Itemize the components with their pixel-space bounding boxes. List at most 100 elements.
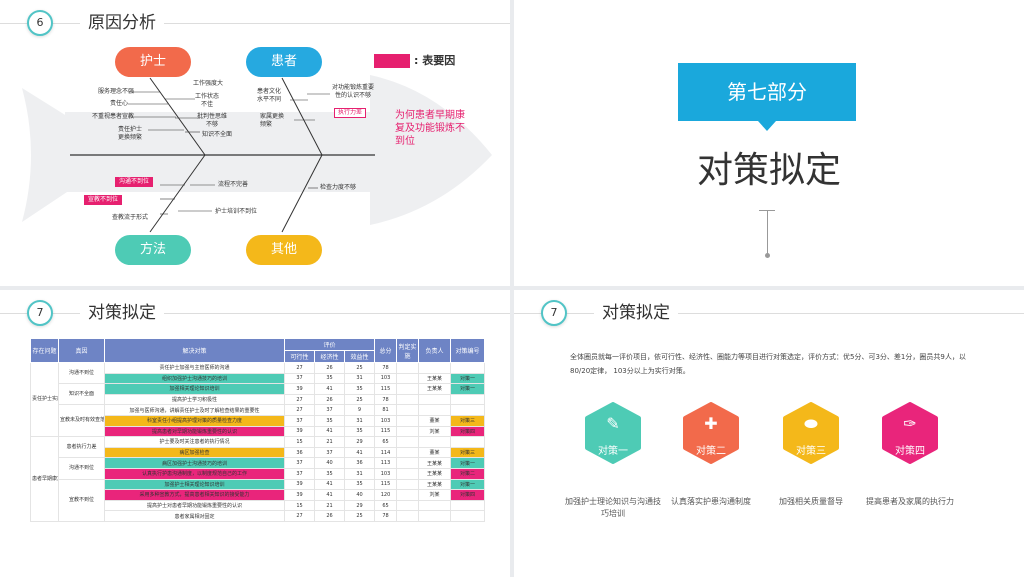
header-total: 总分 [374, 338, 398, 363]
decide-cell [396, 404, 420, 416]
table-row: 宣教未及时有效查落实加强与医师沟通，讲解责任护士及时了解检查结果的重要性2737… [31, 404, 486, 438]
economy-cell: 37 [314, 404, 345, 416]
number-cell: 对策三 [450, 414, 486, 427]
table-row: 沟通不到位 病区加强护士沟通技巧的培训 37 40 36 113 王某某 对策一 [31, 457, 486, 480]
feasibility-cell: 15 [284, 436, 315, 448]
owner-cell: 董某 [418, 446, 452, 459]
effect-cell: 31 [343, 372, 376, 385]
intro-text: 全体圈员就每一评价项目，依可行性、经济性、圈能力等项目进行对策选定，评价方式：优… [570, 353, 966, 375]
feasibility-cell: 27 [284, 404, 315, 416]
measure-cell: 病区加强检查 [104, 446, 285, 459]
table-row: 责任护士实施早期康复及功能锻炼意识不全面沟通不到位责任护士加强与主管医师的沟通2… [30, 361, 486, 438]
effect-cell: 40 [343, 489, 376, 501]
economy-cell: 40 [314, 457, 345, 469]
slide-countermeasure-table[interactable]: 7 对策拟定 存在问题 真因 解决对策 评价 总分 判定实施 负责人 对策编号 … [0, 290, 510, 577]
effect-cell: 25 [343, 362, 376, 374]
part-banner: 第七部分 [678, 63, 856, 121]
legend-label: : 表要因 [414, 54, 456, 67]
total-cell: 65 [374, 499, 398, 512]
economy-cell: 35 [314, 372, 345, 385]
measure-cell: 科室责任小组提高护理对策的质量检查力度 [104, 414, 285, 427]
economy-cell: 41 [314, 425, 345, 438]
owner-cell [418, 362, 452, 374]
economy-cell: 26 [314, 362, 345, 374]
cause-label: 工作强度大 [193, 80, 224, 87]
key-cause-tag: 宣教不到位 [84, 195, 123, 205]
countermeasure-description: 加强护士理论知识与沟通技巧培训 [565, 497, 661, 518]
category-patient: 患者 [246, 47, 322, 77]
economy-cell: 37 [314, 446, 345, 459]
table-row: 知识不全面 加强相关理论知识培训 39 41 35 115 王某某 对策一 [31, 383, 486, 406]
decide-cell [396, 457, 420, 469]
countermeasure-badge: ✎ 对策一 [582, 402, 644, 464]
header-owner: 负责人 [418, 338, 452, 363]
effect-cell: 31 [343, 414, 376, 427]
effect-cell: 35 [343, 383, 376, 395]
decide-cell [396, 478, 420, 491]
feasibility-cell: 39 [284, 383, 315, 395]
number-cell [450, 499, 486, 512]
pen-icon: ✎ [606, 414, 620, 433]
slide-title: 对策拟定 [80, 302, 164, 324]
cause-label: 不重视患者宣教 [92, 113, 135, 120]
section-number: 7 [541, 300, 567, 326]
measure-cell: 认真执行护患沟通制度，以制度规范自己的工作 [104, 467, 285, 480]
total-cell: 113 [374, 457, 398, 469]
measure-cell: 患者家属相对固定 [104, 510, 285, 522]
decide-cell [396, 393, 420, 406]
countermeasure-label: 对策三 [796, 446, 826, 457]
slide-countermeasure-summary[interactable]: 7 对策拟定 全体圈员就每一评价项目，依可行性、经济性、圈能力等项目进行对策选定… [514, 290, 1024, 577]
header-number: 对策编号 [450, 338, 486, 363]
cause-cell: 沟通不到位 [58, 361, 105, 385]
cause-cell: 宣教不到位 [58, 478, 105, 522]
economy-cell: 21 [314, 436, 345, 448]
economy-cell: 26 [314, 510, 345, 522]
fish-head [370, 75, 492, 225]
measure-cell: 加强护士相关理论知识培训 [104, 478, 285, 491]
number-cell [450, 510, 486, 522]
countermeasure-label: 对策二 [696, 446, 726, 457]
cause-label: 检查力度不够 [320, 184, 357, 191]
cause-label: 批判性思维 不够 [197, 113, 228, 128]
economy-cell: 41 [314, 478, 345, 491]
decide-cell [396, 510, 420, 522]
owner-cell: 刘某 [418, 425, 452, 438]
effect-cell: 9 [343, 404, 376, 416]
part-label: 第七部分 [727, 80, 807, 104]
measure-cell: 加强相关理论知识培训 [104, 383, 285, 395]
feasibility-cell: 39 [284, 425, 315, 438]
measure-cell: 病区加强护士沟通技巧的培训 [104, 457, 285, 469]
decide-cell [396, 436, 420, 448]
countermeasure-badge: ✚ 对策二 [680, 402, 742, 464]
measure-cell: 提高患者对早期功能锻炼重要性的认识 [104, 425, 285, 438]
number-cell [450, 362, 486, 374]
economy-cell: 35 [314, 414, 345, 427]
effect-cell: 29 [343, 436, 376, 448]
category-other: 其他 [246, 235, 322, 265]
owner-cell: 王某某 [418, 467, 452, 480]
cause-label: 工作状态 不佳 [195, 93, 220, 108]
owner-cell: 王某某 [418, 383, 452, 395]
total-cell: 115 [374, 425, 398, 438]
decide-cell [396, 372, 420, 385]
header-economy: 经济性 [314, 350, 345, 363]
owner-cell [418, 436, 452, 448]
slide-cause-analysis[interactable]: 6 原因分析 护士 患者 方法 其他: 表要因 为何患者早期康复及功能锻炼不到… [0, 0, 510, 286]
measure-cell: 责任护士加强与主管医师的沟通 [104, 362, 285, 374]
number-cell: 对策二 [450, 467, 486, 480]
owner-cell: 刘某 [418, 489, 452, 501]
feasibility-cell: 39 [284, 478, 315, 491]
total-cell: 78 [374, 362, 398, 374]
total-cell: 78 [374, 393, 398, 406]
effect-cell: 41 [343, 446, 376, 459]
header-cause: 真因 [58, 338, 105, 363]
effect-cell: 31 [343, 467, 376, 480]
feasibility-cell: 37 [284, 372, 315, 385]
table-row: 患者早期康复及功能锻炼不到位患者执行力差护士要及时关注患者的执行情况152129… [30, 436, 486, 522]
feasibility-cell: 37 [284, 457, 315, 469]
slide-section-cover[interactable]: 第七部分 对策拟定 [514, 0, 1024, 286]
owner-cell: 董某 [418, 414, 452, 427]
cause-label: 对功能锻炼重要 性的认识不够 [332, 84, 375, 99]
syringe-icon: ✑ [903, 414, 917, 433]
countermeasure-description: 提高患者及家属的执行力 [866, 497, 954, 506]
